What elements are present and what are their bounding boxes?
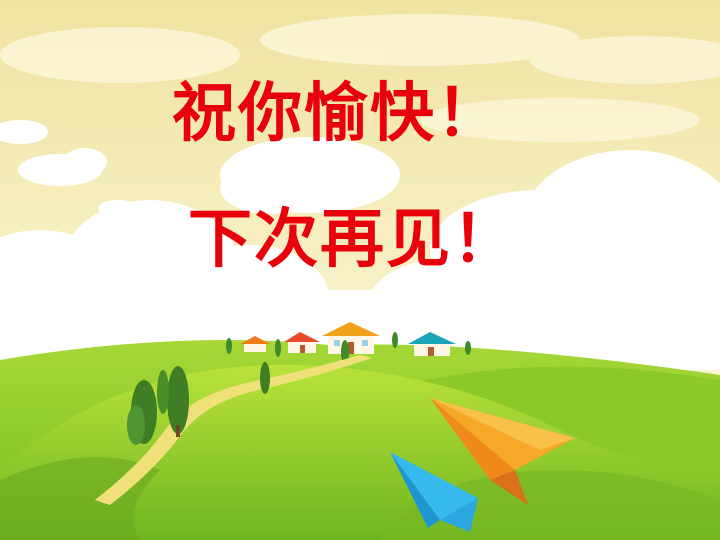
farewell-line-2: 下次再见！ bbox=[188, 203, 518, 277]
tree-icon bbox=[260, 362, 270, 394]
farewell-line-1: 祝你愉快！ bbox=[172, 77, 502, 151]
tree-icon bbox=[157, 370, 169, 414]
slide: 祝你愉快！ 下次再见！ bbox=[0, 0, 720, 540]
